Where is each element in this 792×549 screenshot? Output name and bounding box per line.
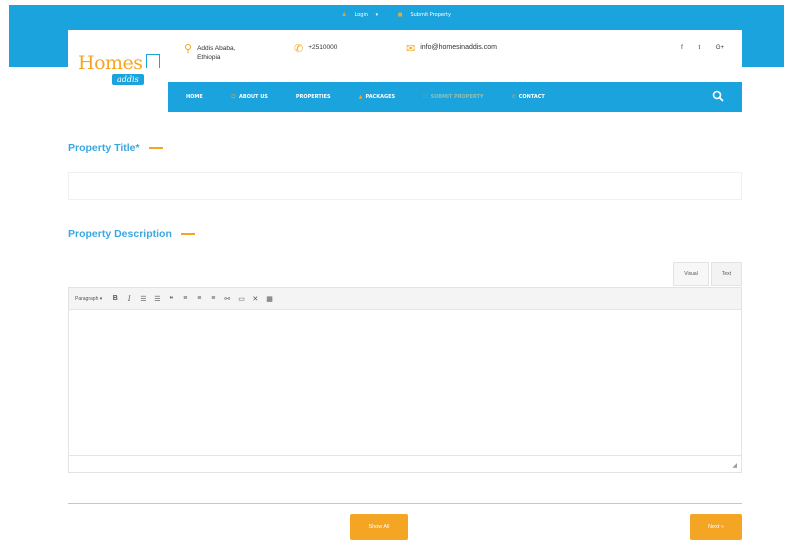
align-center-icon[interactable]: ≡ xyxy=(196,295,202,302)
about-icon: ☺ xyxy=(230,94,237,100)
phone-number: +2510000 xyxy=(308,44,338,51)
editor-tabs: Visual Text xyxy=(671,262,742,286)
tab-text[interactable]: Text xyxy=(710,262,742,286)
submit-icon: ■ xyxy=(397,12,403,18)
address-info: ⚲ Addis Ababa, Ethiopia xyxy=(184,44,264,62)
bold-icon[interactable]: B xyxy=(112,295,118,302)
email-info: ✉ info@homesinaddis.com xyxy=(406,43,497,55)
property-description-label: Property Description xyxy=(68,228,195,240)
link-icon[interactable]: ⚯ xyxy=(224,295,230,303)
submit-icon: ☐ xyxy=(423,94,428,100)
resize-handle-icon[interactable]: ◢ xyxy=(732,462,737,469)
nav-item-properties[interactable]: PROPERTIES xyxy=(296,94,331,100)
phone-info: ✆ +2510000 xyxy=(294,43,338,55)
user-icon: ♟ xyxy=(342,12,347,18)
fullscreen-icon[interactable]: ✕ xyxy=(252,295,258,303)
align-right-icon[interactable]: ≡ xyxy=(210,295,216,302)
form-divider xyxy=(68,503,742,504)
nav-item-about-us[interactable]: ☺ ABOUT US xyxy=(231,94,268,100)
address-line-2: Ethiopia xyxy=(197,54,221,61)
show-all-button[interactable]: Show All xyxy=(350,514,408,540)
search-icon[interactable] xyxy=(712,90,724,102)
facebook-icon[interactable]: f xyxy=(681,45,683,51)
contact-icon: ✆ xyxy=(511,94,516,100)
toolbar-toggle-icon[interactable]: ▦ xyxy=(266,295,273,303)
logo-text: Homes xyxy=(78,52,143,74)
envelope-icon: ✉ xyxy=(406,43,416,55)
login-link[interactable]: ♟ Login ▾ xyxy=(336,12,378,18)
property-title-input[interactable] xyxy=(68,172,742,200)
italic-icon[interactable]: I xyxy=(126,295,132,303)
google-plus-icon[interactable]: G+ xyxy=(716,45,724,51)
description-accent-dash xyxy=(180,233,195,235)
map-pin-icon: ⚲ xyxy=(184,43,193,55)
house-icon xyxy=(146,54,160,68)
next-button[interactable]: Next » xyxy=(690,514,742,540)
nav-item-packages[interactable]: ▲ PACKAGES xyxy=(359,94,395,100)
property-title-label: Property Title* xyxy=(68,142,163,154)
editor-content-area[interactable] xyxy=(69,310,741,455)
logo[interactable]: Homes addis xyxy=(78,48,160,90)
email-address[interactable]: info@homesinaddis.com xyxy=(420,44,497,51)
editor-statusbar: ◢ xyxy=(69,455,741,471)
nav-item-home[interactable]: HOME xyxy=(186,94,203,100)
social-links: f t G+ xyxy=(667,45,724,51)
submit-property-link[interactable]: ■ Submit Property xyxy=(392,12,457,18)
topbar-links: ♟ Login ▾ ■ Submit Property xyxy=(9,12,784,18)
blockquote-icon[interactable]: ❝ xyxy=(168,295,174,303)
phone-icon: ✆ xyxy=(294,43,304,55)
nav-item-contact[interactable]: ✆ CONTACT xyxy=(512,94,545,100)
packages-icon: ▲ xyxy=(358,94,363,100)
address-line-1: Addis Ababa, xyxy=(197,45,236,52)
format-select[interactable]: Paragraph ▾ xyxy=(75,296,102,302)
numbered-list-icon[interactable]: ☰ xyxy=(154,295,160,303)
logo-subtext: addis xyxy=(112,74,144,85)
description-editor: Paragraph ▾ B I ☰ ☰ ❝ ≡ ≡ ≡ ⚯ ▭ ✕ ▦ ◢ xyxy=(68,287,742,473)
editor-toolbar: Paragraph ▾ B I ☰ ☰ ❝ ≡ ≡ ≡ ⚯ ▭ ✕ ▦ xyxy=(69,288,741,310)
header: Homes addis ⚲ Addis Ababa, Ethiopia ✆ +2… xyxy=(68,30,742,112)
title-accent-dash xyxy=(148,147,163,149)
main-nav: HOME ☺ ABOUT US PROPERTIES ▲ PACKAGES ☐ SUB… xyxy=(168,82,742,112)
page: ♟ Login ▾ ■ Submit Property Homes addis ⚲ … xyxy=(0,0,792,549)
more-tag-icon[interactable]: ▭ xyxy=(238,295,245,303)
nav-item-submit-property[interactable]: ☐ SUBMIT PROPERTY xyxy=(423,94,483,100)
bullet-list-icon[interactable]: ☰ xyxy=(140,295,146,303)
tab-visual[interactable]: Visual xyxy=(673,262,709,286)
twitter-icon[interactable]: t xyxy=(698,45,700,51)
align-left-icon[interactable]: ≡ xyxy=(182,295,188,302)
